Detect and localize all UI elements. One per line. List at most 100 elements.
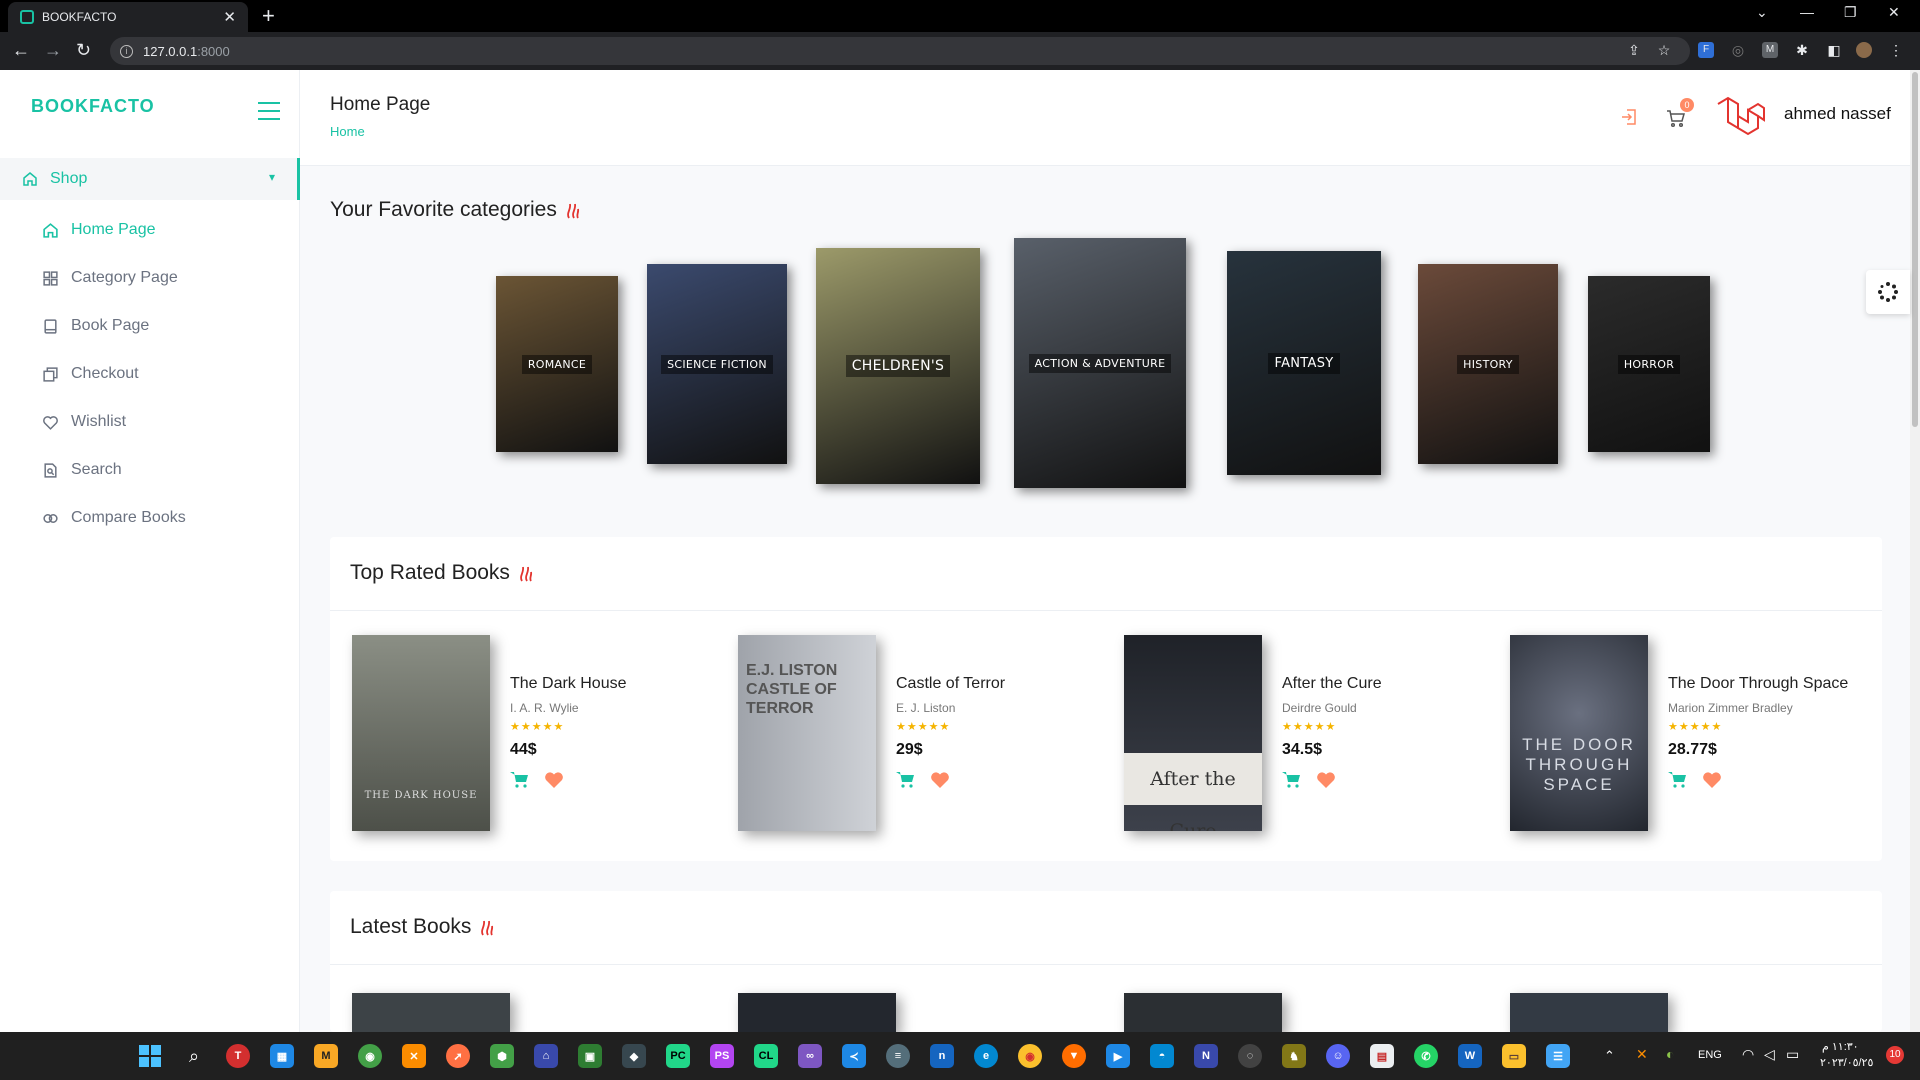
latest-book-cover[interactable] xyxy=(352,993,510,1033)
reload-icon[interactable]: ↻ xyxy=(76,40,91,60)
brand-logo[interactable]: BOOKFACTO xyxy=(31,96,155,117)
sidebar-item-compare-books[interactable]: Compare Books xyxy=(42,506,186,530)
taskbar-app-db-icon[interactable]: ≡ xyxy=(886,1044,910,1068)
battery-icon[interactable]: ▭ xyxy=(1786,1046,1799,1063)
sidebar-item-category-page[interactable]: Category Page xyxy=(42,266,178,290)
taskbar-app-x-icon[interactable]: ✕ xyxy=(402,1044,426,1068)
add-to-wishlist-icon[interactable] xyxy=(1702,771,1722,789)
address-bar[interactable]: i 127.0.0.1:8000 xyxy=(110,37,1690,65)
taskbar-app-network-icon[interactable]: ⌂ xyxy=(534,1044,558,1068)
browser-tab[interactable]: BOOKFACTO ✕ xyxy=(8,2,248,32)
book-title[interactable]: The Door Through Space xyxy=(1668,675,1848,693)
add-to-wishlist-icon[interactable] xyxy=(544,771,564,789)
book-card[interactable]: THE DOOR THROUGH SPACE The Door Through … xyxy=(1488,611,1868,831)
book-card[interactable]: THE DARK HOUSE The Dark House I. A. R. W… xyxy=(330,611,710,831)
breadcrumb[interactable]: Home xyxy=(330,124,365,139)
add-to-cart-icon[interactable] xyxy=(1282,771,1302,789)
scrollbar-thumb[interactable] xyxy=(1912,72,1918,427)
add-to-cart-icon[interactable] xyxy=(896,771,916,789)
book-title[interactable]: The Dark House xyxy=(510,675,627,693)
tray-xampp-icon[interactable]: ✕ xyxy=(1636,1046,1648,1063)
taskbar-app-phpstorm-icon[interactable]: PS xyxy=(710,1044,734,1068)
category-horror[interactable]: HORROR xyxy=(1588,276,1710,452)
taskbar-app-obs-icon[interactable]: ◌ xyxy=(1238,1044,1262,1068)
taskbar-app-edge-icon[interactable]: e xyxy=(974,1044,998,1068)
category-romance[interactable]: ROMANCE xyxy=(496,276,618,452)
close-tab-icon[interactable]: ✕ xyxy=(223,8,236,26)
clock-date[interactable]: ٢٠٢٣/٠٥/٢٥ xyxy=(1820,1056,1873,1069)
taskbar-app-game-icon[interactable]: ♞ xyxy=(1282,1044,1306,1068)
language-indicator[interactable]: ENG xyxy=(1698,1049,1722,1061)
notification-icon[interactable]: 10 xyxy=(1886,1046,1904,1064)
taskbar-app-pycharm-icon[interactable]: PC xyxy=(666,1044,690,1068)
latest-book-cover[interactable] xyxy=(1124,993,1282,1033)
add-to-wishlist-icon[interactable] xyxy=(930,771,950,789)
book-title[interactable]: After the Cure xyxy=(1282,675,1382,693)
taskbar-app-discord-icon[interactable]: ☺ xyxy=(1326,1044,1350,1068)
book-cover[interactable]: After the Cure xyxy=(1124,635,1262,831)
taskbar-app-n-icon[interactable]: n xyxy=(930,1044,954,1068)
taskbar-app-m-icon[interactable]: M xyxy=(314,1044,338,1068)
taskbar-app-cube-icon[interactable]: ⬢ xyxy=(490,1044,514,1068)
book-cover[interactable]: THE DOOR THROUGH SPACE xyxy=(1510,635,1648,831)
sidebar-item-home-page[interactable]: Home Page xyxy=(42,218,156,242)
taskbar-app-explorer-icon[interactable]: ▭ xyxy=(1502,1044,1526,1068)
sidebar-item-search[interactable]: Search xyxy=(42,458,122,482)
category-science-fiction[interactable]: SCIENCE FICTION xyxy=(647,264,787,464)
back-icon[interactable]: ← xyxy=(12,40,30,60)
sidebar-item-checkout[interactable]: Checkout xyxy=(42,362,139,386)
wifi-icon[interactable]: ◠ xyxy=(1742,1046,1754,1063)
sidebar-group-shop[interactable]: Shop ▾ xyxy=(0,158,300,200)
close-window-button[interactable]: ✕ xyxy=(1888,4,1900,21)
browser-menu-icon[interactable]: ⋮ xyxy=(1888,42,1904,58)
hamburger-menu-icon[interactable] xyxy=(258,102,280,120)
forward-icon[interactable]: → xyxy=(44,40,62,60)
sidebar-item-wishlist[interactable]: Wishlist xyxy=(42,410,126,434)
taskbar-app-t-icon[interactable]: T xyxy=(226,1044,250,1068)
tray-app-icon[interactable]: ◐ xyxy=(1666,1046,1674,1062)
book-cover[interactable]: E.J. LISTON CASTLE OF TERROR xyxy=(738,635,876,831)
taskbar-search-icon[interactable]: ⌕ xyxy=(182,1044,206,1068)
category-fantasy[interactable]: FANTASY xyxy=(1227,251,1381,475)
page-scrollbar[interactable] xyxy=(1910,70,1920,1032)
bookmark-star-icon[interactable]: ☆ xyxy=(1656,42,1672,58)
user-name[interactable]: ahmed nassef xyxy=(1784,104,1891,124)
taskbar-app-zoom-icon[interactable]: ▶ xyxy=(1106,1044,1130,1068)
book-cover[interactable]: THE DARK HOUSE xyxy=(352,635,490,831)
taskbar-app-brave-icon[interactable]: ▼ xyxy=(1062,1044,1086,1068)
loading-spinner-icon[interactable] xyxy=(1866,270,1910,314)
tab-search-icon[interactable]: ⌄ xyxy=(1756,4,1768,21)
taskbar-app-git-icon[interactable]: ◆ xyxy=(622,1044,646,1068)
latest-book-cover[interactable] xyxy=(1510,993,1668,1033)
taskbar-app-notepad-icon[interactable]: ☰ xyxy=(1546,1044,1570,1068)
latest-book-cover[interactable] xyxy=(738,993,896,1033)
extension-f-icon[interactable]: F xyxy=(1698,42,1714,58)
clock-time[interactable]: ١١:٣٠ م xyxy=(1822,1040,1859,1053)
book-card[interactable]: After the Cure After the Cure Deirdre Go… xyxy=(1102,611,1482,831)
add-to-wishlist-icon[interactable] xyxy=(1316,771,1336,789)
volume-icon[interactable]: ◁ xyxy=(1764,1046,1775,1063)
taskbar-app-word-icon[interactable]: W xyxy=(1458,1044,1482,1068)
taskbar-app-circle-icon[interactable]: ◉ xyxy=(358,1044,382,1068)
taskbar-app-clion-icon[interactable]: CL xyxy=(754,1044,778,1068)
share-icon[interactable]: ⇪ xyxy=(1626,42,1642,58)
minimize-button[interactable]: — xyxy=(1800,4,1814,20)
tray-chevron-up-icon[interactable]: ⌃ xyxy=(1604,1048,1615,1064)
chevron-down-icon[interactable]: ▾ xyxy=(269,170,275,184)
taskbar-app-chrome-icon[interactable]: ◉ xyxy=(1018,1044,1042,1068)
restore-button[interactable]: ❐ xyxy=(1844,4,1857,21)
extensions-puzzle-icon[interactable]: ✱ xyxy=(1794,42,1810,58)
taskbar-app-whatsapp-icon[interactable]: ✆ xyxy=(1414,1044,1438,1068)
avatar[interactable] xyxy=(1714,92,1766,142)
logout-icon[interactable] xyxy=(1620,108,1638,126)
add-to-cart-icon[interactable] xyxy=(510,771,530,789)
book-card[interactable]: E.J. LISTON CASTLE OF TERROR Castle of T… xyxy=(716,611,1096,831)
category-childrens[interactable]: CHELDREN'S xyxy=(816,248,980,484)
site-info-icon[interactable]: i xyxy=(120,44,133,58)
taskbar-app-vscode-icon[interactable]: ≺ xyxy=(842,1044,866,1068)
extension-circle-icon[interactable]: ◎ xyxy=(1730,42,1746,58)
taskbar-app-visual-studio-icon[interactable]: ∞ xyxy=(798,1044,822,1068)
start-icon[interactable] xyxy=(138,1044,162,1068)
taskbar-app-remote-icon[interactable]: ◓ xyxy=(1150,1044,1174,1068)
profile-avatar-icon[interactable] xyxy=(1856,42,1872,58)
